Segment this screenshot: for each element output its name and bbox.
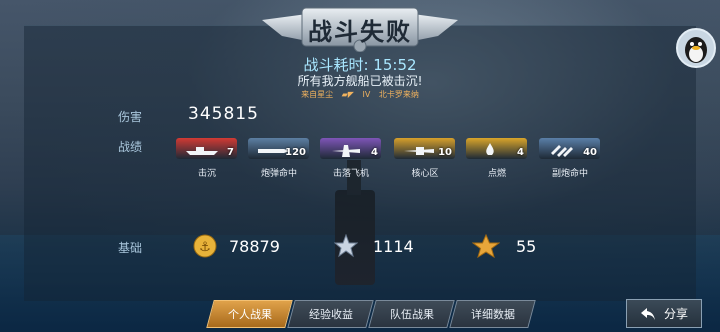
record-label: 战绩	[118, 140, 143, 154]
share-label: 分享	[663, 307, 688, 321]
damage-value: 345815	[188, 104, 259, 124]
tab-team-results[interactable]: 队伍战果	[368, 300, 455, 328]
achievement-count: 40	[583, 147, 597, 158]
base-label: 基础	[118, 241, 143, 255]
source-prefix: 来自星尘	[301, 90, 334, 99]
captain-exp-value: 55	[516, 237, 537, 256]
achievement-count: 120	[285, 147, 306, 158]
citadel-icon	[404, 147, 434, 155]
credits-value: 78879	[229, 237, 280, 256]
tab-detailed-data[interactable]: 详细数据	[449, 300, 536, 328]
svg-text:⚓: ⚓	[199, 240, 211, 255]
secondary-gun-icon	[551, 145, 573, 157]
achievement-caption: 击沉	[197, 169, 216, 179]
achievement-count: 7	[227, 147, 234, 158]
achievement-badge-6[interactable]: 40	[539, 138, 600, 159]
achievement-badge-3[interactable]: 4	[320, 138, 381, 159]
achievement-badge-2[interactable]: 120	[248, 138, 309, 159]
result-tabs: 个人战果 经验收益 队伍战果 详细数据	[206, 300, 536, 328]
achievement-count: 10	[438, 147, 452, 158]
achievement-caption: 核心区	[411, 169, 439, 179]
achievement-caption: 点燃	[487, 169, 506, 179]
experience-value: 1114	[373, 237, 414, 256]
fire-icon	[486, 143, 494, 155]
achievement-badge-4[interactable]: 10	[394, 138, 455, 159]
coin-icon: ⚓	[193, 234, 217, 262]
tab-experience-gain[interactable]: 经验收益	[287, 300, 374, 328]
experience-star-icon	[333, 233, 359, 262]
ship-class-icon: ▰◤	[341, 90, 354, 99]
achievement-count: 4	[371, 147, 378, 158]
achievement-caption: 炮弹命中	[260, 169, 297, 179]
captain-star-icon	[471, 233, 501, 262]
tab-personal-results[interactable]: 个人战果	[206, 300, 293, 328]
share-arrow-icon	[640, 307, 655, 320]
source-ship: 北卡罗来纳	[378, 90, 419, 99]
achievement-caption: 副炮命中	[551, 169, 588, 179]
achievement-caption: 击落飞机	[332, 169, 369, 179]
share-button[interactable]: 分享	[626, 299, 702, 328]
achievement-badge-1[interactable]: 7	[176, 138, 237, 159]
achievement-badge-5[interactable]: 4	[466, 138, 527, 159]
title-banner: 战斗失败	[262, 6, 458, 53]
damage-label: 伤害	[118, 110, 143, 124]
source-info: 来自星尘 ▰◤ IV 北卡罗来纳	[0, 89, 720, 100]
plane-icon	[332, 145, 360, 157]
source-tier: IV	[362, 90, 371, 99]
page-title: 战斗失败	[308, 18, 412, 46]
achievement-count: 4	[517, 147, 524, 158]
ship-icon	[186, 147, 218, 155]
sunk-message: 所有我方舰船已被击沉!	[297, 74, 423, 88]
